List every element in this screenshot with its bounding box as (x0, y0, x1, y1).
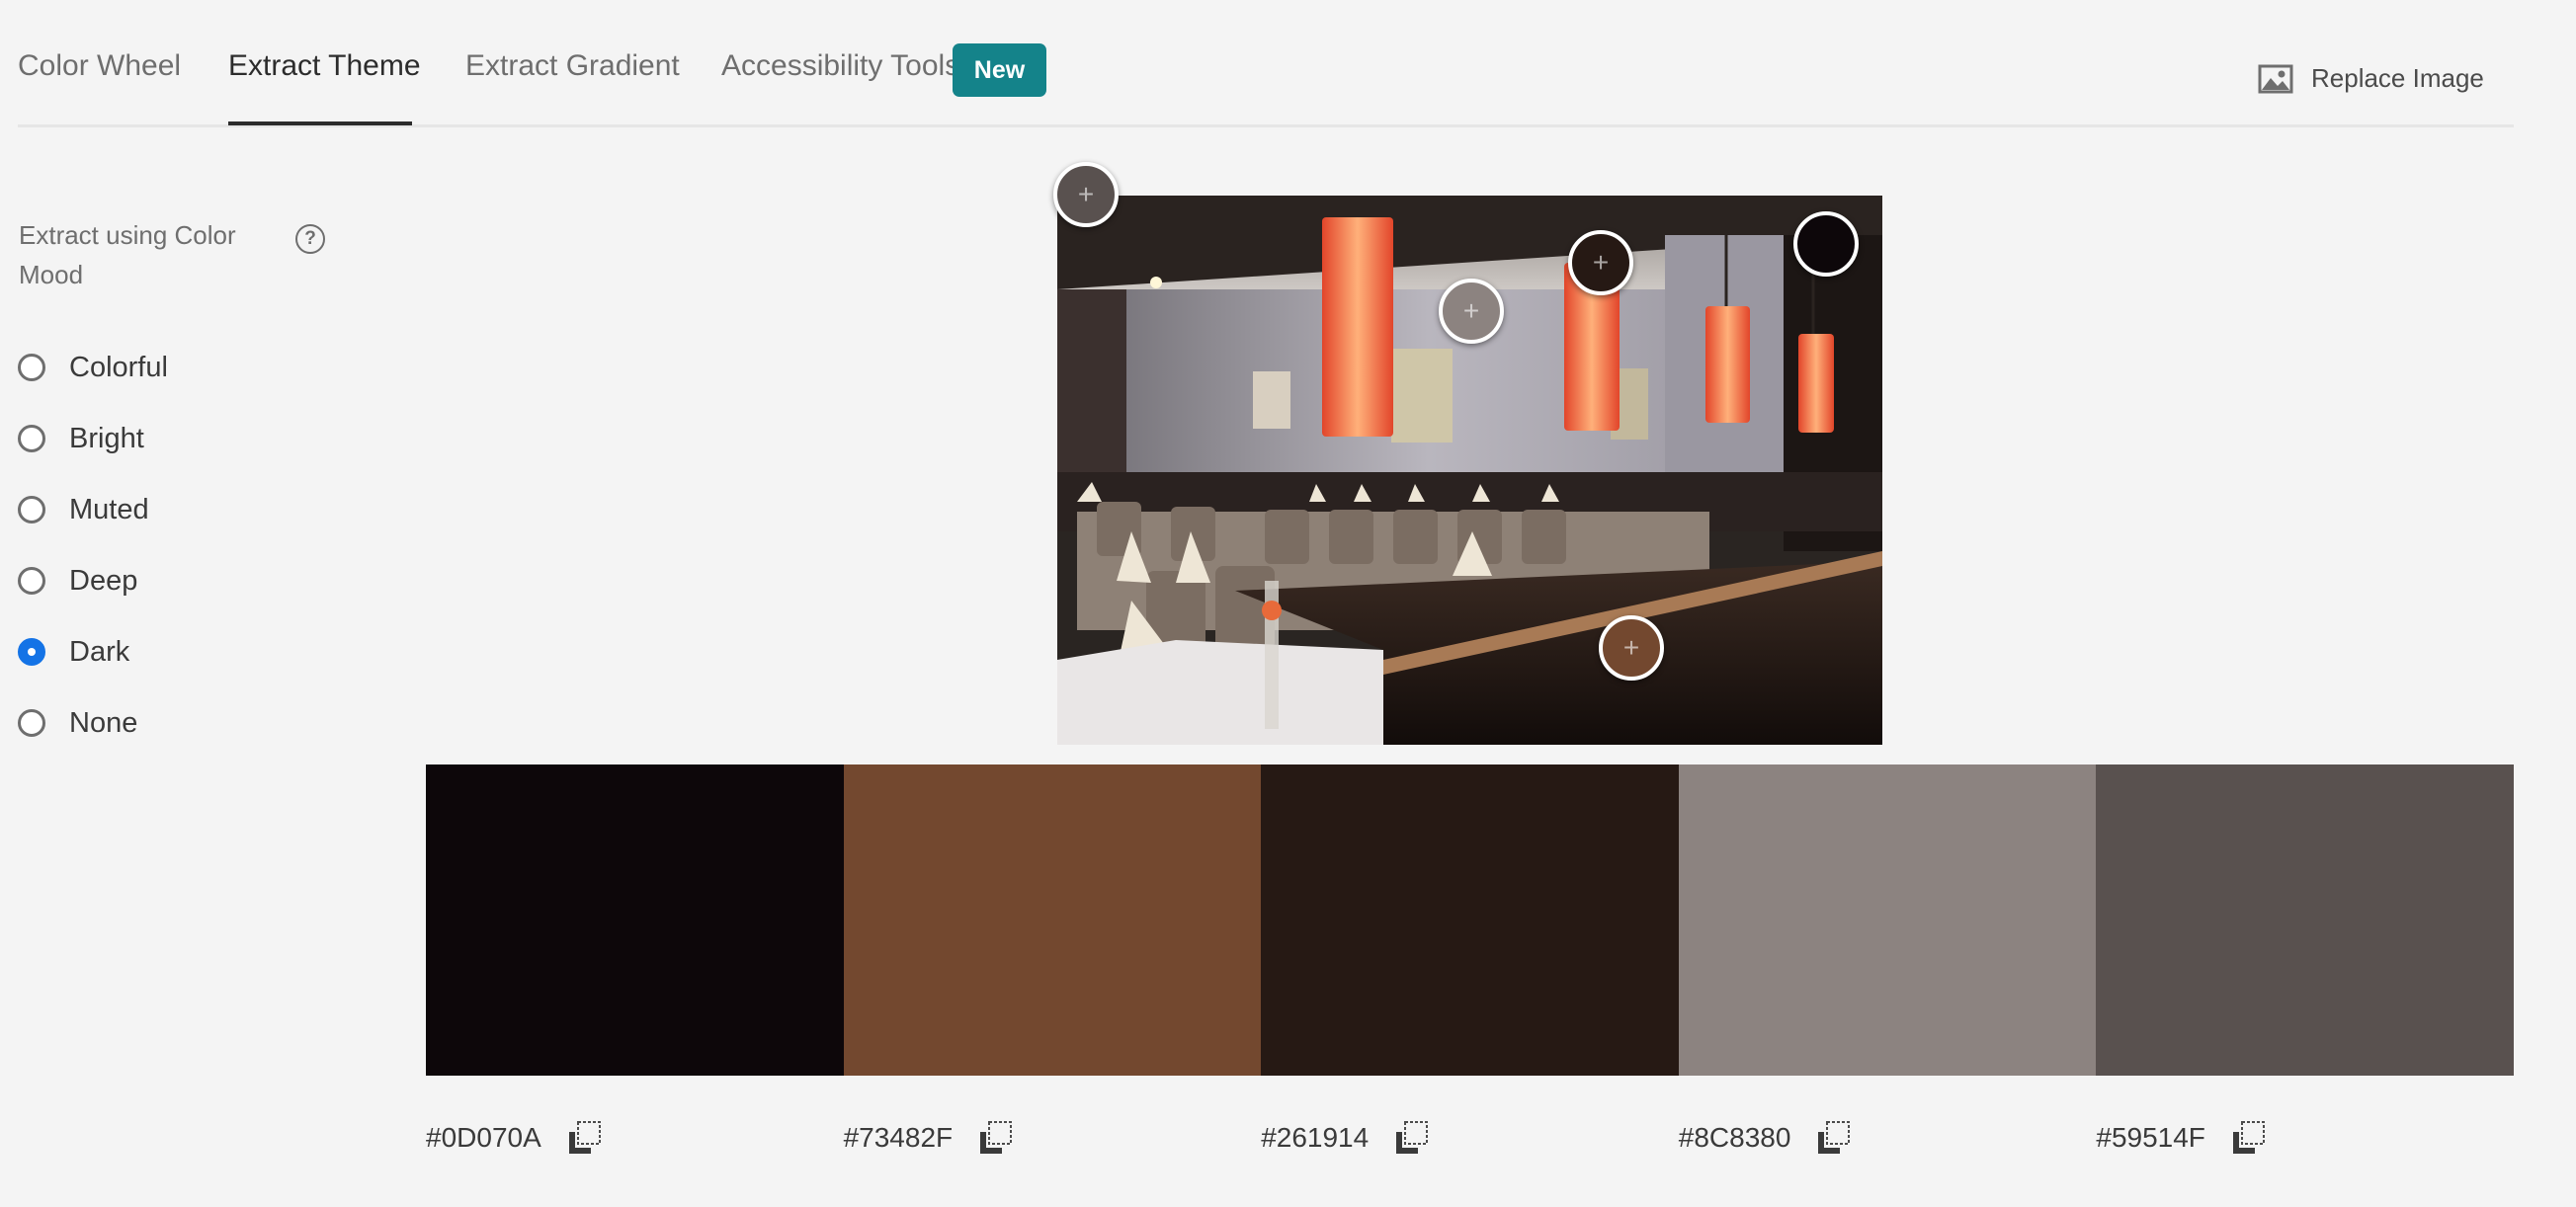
help-icon[interactable]: ? (295, 224, 325, 254)
hex-value[interactable]: #261914 (1261, 1122, 1369, 1154)
color-theme-swatches (426, 764, 2514, 1076)
hex-value[interactable]: #8C8380 (1679, 1122, 1791, 1154)
color-picker-handle-1[interactable]: + (1053, 162, 1119, 227)
radio-button[interactable] (18, 496, 45, 523)
copy-icon[interactable] (1816, 1120, 1852, 1156)
hex-value[interactable]: #73482F (844, 1122, 954, 1154)
hex-cell: #8C8380 (1679, 1120, 2097, 1156)
new-badge: New (953, 43, 1046, 97)
hex-cell: #0D070A (426, 1120, 844, 1156)
hex-value[interactable]: #59514F (2096, 1122, 2205, 1154)
replace-image-button[interactable]: Replace Image (2258, 63, 2484, 94)
copy-icon[interactable] (2231, 1120, 2267, 1156)
hex-cell: #261914 (1261, 1120, 1679, 1156)
mood-option-colorful[interactable]: Colorful (18, 332, 168, 403)
tab-extract-theme[interactable]: Extract Theme (228, 49, 421, 83)
copy-icon[interactable] (1394, 1120, 1430, 1156)
radio-button[interactable] (18, 567, 45, 595)
copy-icon[interactable] (567, 1120, 603, 1156)
mood-option-deep[interactable]: Deep (18, 545, 168, 616)
radio-button-selected[interactable] (18, 638, 45, 666)
mood-option-label: Bright (69, 422, 144, 454)
color-mood-label: Extract using Color Mood (19, 220, 236, 289)
tab-extract-gradient[interactable]: Extract Gradient (465, 49, 680, 83)
copy-icon[interactable] (978, 1120, 1014, 1156)
swatch-2[interactable] (843, 764, 1262, 1076)
hex-values-row: #0D070A #73482F #261914 #8C8380 #59514F (426, 1120, 2514, 1156)
tab-bar: Color Wheel Extract Theme Extract Gradie… (18, 0, 2514, 127)
image-icon (2258, 64, 2293, 93)
mood-option-muted[interactable]: Muted (18, 474, 168, 545)
swatch-3[interactable] (1261, 764, 1679, 1076)
swatch-5[interactable] (2096, 764, 2514, 1076)
replace-image-label: Replace Image (2311, 63, 2484, 93)
hex-value[interactable]: #0D070A (426, 1122, 541, 1154)
hex-cell: #73482F (844, 1120, 1262, 1156)
radio-button[interactable] (18, 354, 45, 381)
swatch-1[interactable] (426, 764, 844, 1076)
hex-cell: #59514F (2096, 1120, 2514, 1156)
color-picker-handle-2[interactable]: + (1439, 279, 1504, 344)
active-tab-indicator (228, 121, 412, 125)
color-picker-handle-3[interactable]: + (1568, 230, 1633, 295)
mood-option-label: Muted (69, 493, 149, 525)
swatch-4[interactable] (1678, 764, 2097, 1076)
mood-option-label: Colorful (69, 351, 168, 383)
mood-option-dark[interactable]: Dark (18, 616, 168, 687)
color-mood-options: Colorful Bright Muted Deep Dark None (18, 332, 168, 759)
mood-option-label: Deep (69, 564, 138, 597)
color-picker-handle-4[interactable] (1793, 211, 1859, 277)
tab-accessibility-tools[interactable]: Accessibility Tools (721, 49, 959, 83)
mood-option-label: Dark (69, 635, 130, 668)
mood-option-none[interactable]: None (18, 687, 168, 759)
mood-option-label: None (69, 706, 138, 739)
radio-button[interactable] (18, 425, 45, 452)
mood-option-bright[interactable]: Bright (18, 403, 168, 474)
radio-button[interactable] (18, 709, 45, 737)
color-picker-handle-5[interactable]: + (1599, 615, 1664, 681)
tab-color-wheel[interactable]: Color Wheel (18, 49, 181, 83)
